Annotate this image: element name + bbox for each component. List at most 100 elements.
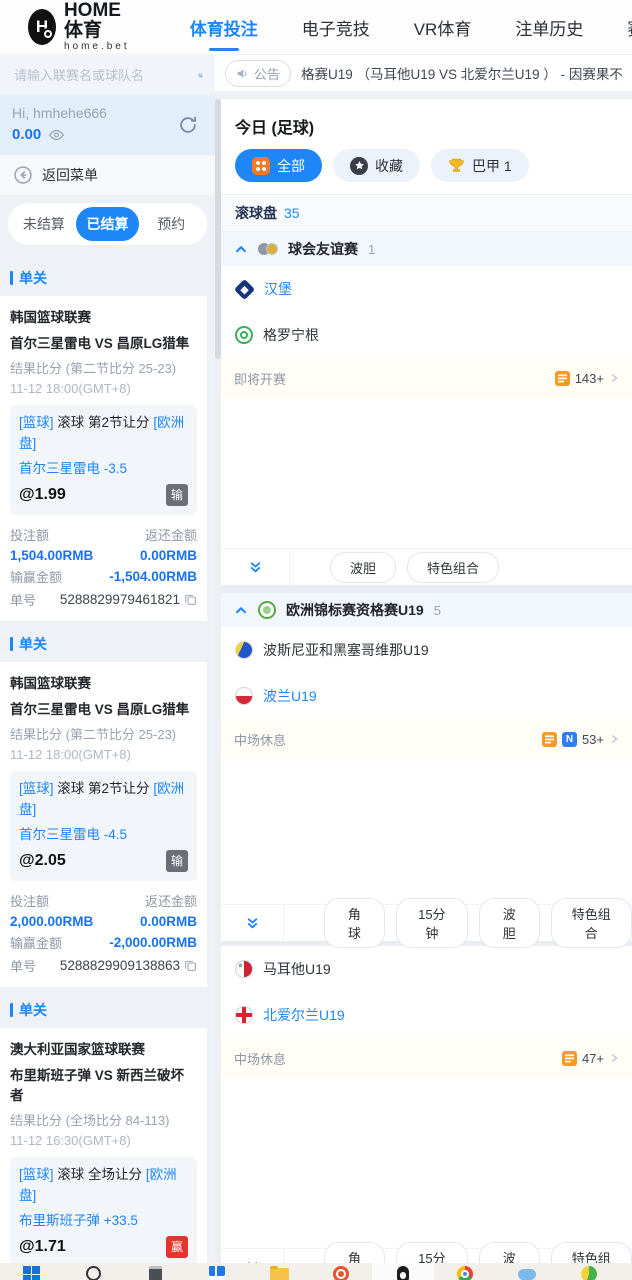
bet-odds: @1.99: [19, 485, 66, 503]
special-combo-button[interactable]: 特色组合: [407, 551, 500, 583]
stake-label: 投注额: [10, 527, 50, 543]
taskbar-app-orange-icon[interactable]: [310, 1263, 372, 1280]
group-header-friendly[interactable]: 球会友谊赛 1: [221, 232, 632, 266]
brand-logo-icon: H: [28, 9, 56, 45]
min15-button[interactable]: 15分钟: [395, 898, 468, 948]
taskbar-green-app-icon[interactable]: [558, 1263, 620, 1280]
match-status-row: 即将开赛 143+: [221, 358, 632, 398]
tab-reserved[interactable]: 预约: [139, 207, 203, 241]
group-header-euro-u19[interactable]: 欧洲锦标赛资格赛U19 5: [221, 593, 632, 627]
nav-sports-betting[interactable]: 体育投注: [190, 15, 258, 40]
correct-score-button[interactable]: 波胆: [330, 551, 397, 583]
record-type-label: 单关: [19, 270, 47, 286]
bet-selection-box: [篮球] 滚球 全场让分 [欧洲盘] 布里斯班子弹 +33.5 @1.71 赢: [10, 1156, 197, 1267]
markets-count-link[interactable]: 143+: [554, 370, 619, 386]
bet-selection-box: [篮球] 滚球 第2节让分 [欧洲盘] 首尔三星雷电 -4.5 @2.05 输: [10, 770, 197, 881]
record-league: 韩国篮球联赛: [10, 310, 91, 325]
nav-results[interactable]: 赛果: [627, 15, 632, 40]
taskbar-search-icon[interactable]: [62, 1263, 124, 1280]
bet-market-name: 滚球 第2节让分: [57, 415, 150, 430]
announcement-badge-label: 公告: [254, 66, 281, 82]
collapse-markets-toggle[interactable]: [221, 549, 290, 585]
taskbar-app-icon[interactable]: [124, 1263, 186, 1280]
refund-value: 0.00RMB: [139, 913, 197, 929]
team-logo-groningen: [235, 326, 253, 344]
taskbar-start-button[interactable]: [0, 1263, 62, 1280]
chevron-right-icon: [611, 1053, 618, 1063]
filter-label: 巴甲 1: [472, 157, 512, 174]
taskbar-qq-icon[interactable]: [372, 1263, 434, 1280]
filter-chips: 全部 收藏 巴甲 1: [221, 149, 632, 195]
accent-bar: [10, 271, 13, 285]
back-to-menu[interactable]: 返回菜单: [0, 155, 215, 195]
correct-score-button[interactable]: 波胆: [478, 898, 540, 948]
corner-button[interactable]: 角球: [324, 898, 385, 948]
search-icon[interactable]: [198, 67, 203, 84]
team-row-away[interactable]: 波兰U19: [221, 673, 632, 719]
bet-sport-tag: [篮球]: [19, 1166, 54, 1182]
filter-all[interactable]: 全部: [235, 149, 322, 182]
search-input[interactable]: [12, 66, 192, 84]
refresh-balance-icon[interactable]: [177, 114, 199, 136]
flag-bosnia-icon: [235, 641, 253, 659]
team-name: 波兰U19: [263, 688, 317, 704]
live-label: 滚球盘: [235, 205, 277, 221]
taskbar-cloud-app-icon[interactable]: [496, 1263, 558, 1280]
team-row-home[interactable]: 汉堡: [221, 266, 632, 312]
tab-unsettled[interactable]: 未结算: [12, 207, 76, 241]
main-content: 公告 格赛U19 （马耳他U19 VS 北爱尔兰U19 ） - 因赛果不明确，赛…: [215, 55, 632, 1280]
winloss-value: -2,000.00RMB: [109, 934, 197, 950]
search-bar: [0, 55, 215, 95]
record-score: 结果比分 (第二节比分 25-23): [10, 726, 177, 742]
section-gap: [221, 585, 632, 593]
markets-count: 143+: [574, 370, 604, 386]
taskbar-file-explorer-icon[interactable]: [248, 1263, 310, 1280]
tab-settled[interactable]: 已结算: [75, 207, 140, 241]
odds-area-empty: [221, 759, 632, 904]
nav-bet-history[interactable]: 注单历史: [515, 15, 583, 40]
scrollbar-thumb[interactable]: [215, 99, 221, 359]
team-row-home[interactable]: 马耳他U19: [221, 946, 632, 992]
match-card: 汉堡 格罗宁根 即将开赛 143+ 波胆 特色组合: [221, 266, 632, 585]
bet-sport-tag: [篮球]: [19, 780, 54, 796]
matches-panel: 今日 (足球) 全部 收藏 巴甲 1 滚球盘 35 球会友谊赛 1 汉堡 格罗宁…: [215, 99, 632, 1280]
bet-sport-tag: [篮球]: [19, 415, 54, 430]
bet-record: 单关 韩国篮球联赛 首尔三星雷电 VS 昌原LG猎隼 结果比分 (第二节比分 2…: [0, 621, 207, 987]
star-icon: [350, 156, 368, 175]
bet-pick: 布里斯班子弹 +33.5: [19, 1212, 138, 1228]
flag-poland-icon: [235, 687, 253, 705]
markets-count-link[interactable]: N 53+: [541, 731, 619, 747]
match-card-footer: 角球 15分钟 波胆 特色组合: [221, 898, 632, 948]
uefa-competition-icon: [258, 601, 276, 619]
sidebar: Hi, hmhehe666 0.00 返回菜单 未结算 已结算 预约: [0, 55, 215, 1280]
record-score: 结果比分 (全场比分 84-113): [10, 1112, 170, 1128]
chevron-right-icon: [611, 373, 618, 383]
live-markets-row[interactable]: 滚球盘 35: [221, 195, 632, 232]
taskbar-window-app-icon[interactable]: [186, 1263, 248, 1280]
flag-northern-ireland-icon: [235, 1006, 253, 1024]
nav-vr-sports[interactable]: VR体育: [414, 15, 472, 40]
record-type-header: 单关: [0, 621, 207, 662]
brand-logo[interactable]: H HOME体育 home.bet: [28, 1, 138, 53]
special-combo-button[interactable]: 特色组合: [550, 898, 632, 948]
filter-favorites[interactable]: 收藏: [333, 149, 420, 182]
back-to-menu-label: 返回菜单: [42, 167, 98, 183]
filter-label: 全部: [277, 157, 305, 174]
copy-icon[interactable]: [184, 959, 197, 972]
user-card: Hi, hmhehe666 0.00: [0, 95, 215, 155]
team-row-away[interactable]: 格罗宁根: [221, 312, 632, 358]
group-count: 1: [368, 241, 376, 257]
eye-icon[interactable]: [49, 129, 65, 141]
copy-icon[interactable]: [184, 593, 197, 606]
record-league: 韩国篮球联赛: [10, 675, 91, 691]
trophy-icon: [448, 157, 465, 174]
markets-count-link[interactable]: 47+: [561, 1050, 619, 1066]
team-row-away[interactable]: 北爱尔兰U19: [221, 992, 632, 1038]
stake-label: 投注额: [10, 893, 50, 909]
filter-league-baja[interactable]: 巴甲 1: [431, 149, 529, 182]
collapse-markets-toggle[interactable]: [221, 905, 285, 941]
taskbar-chrome-icon[interactable]: [434, 1263, 496, 1280]
team-row-home[interactable]: 波斯尼亚和黑塞哥维那U19: [221, 627, 632, 673]
record-type-header: 单关: [0, 255, 207, 296]
nav-esports[interactable]: 电子竞技: [302, 15, 370, 40]
